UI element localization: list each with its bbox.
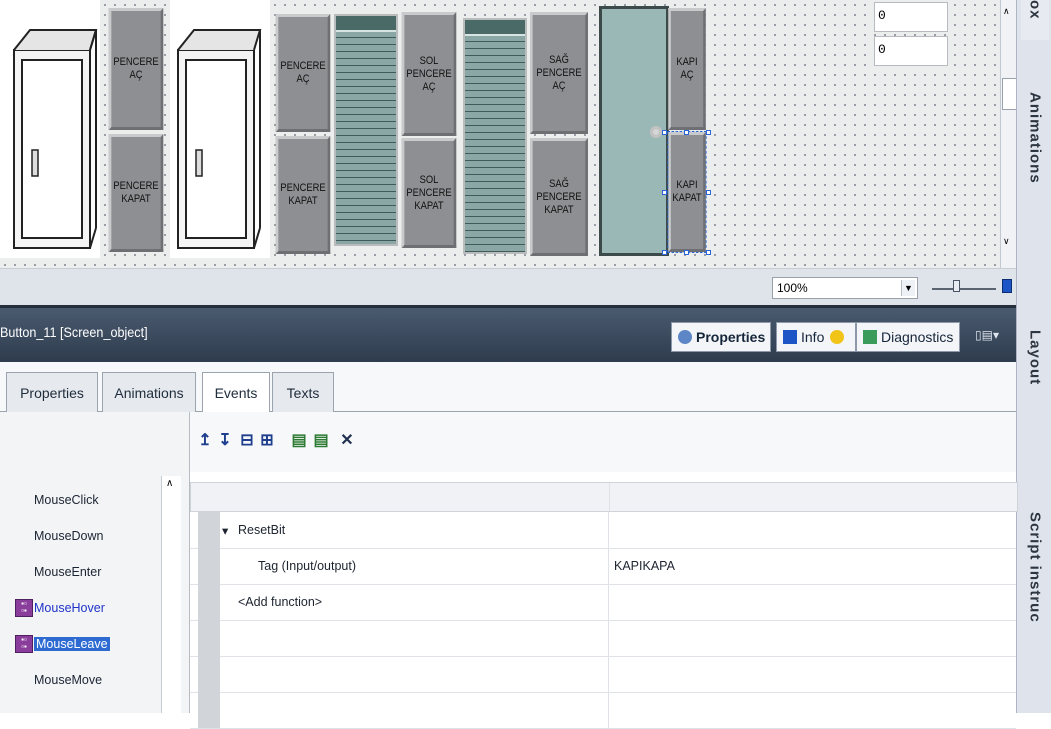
object-title: Button_11 [Screen_object] xyxy=(0,324,148,340)
param-row[interactable]: Tag (Input/output) KAPIKAPA xyxy=(190,548,1016,585)
selection-handle[interactable] xyxy=(684,250,689,255)
event-script-icon: ▪▫ ▫▪ xyxy=(15,635,33,653)
info-badge-icon xyxy=(830,330,845,344)
window-image-2[interactable] xyxy=(170,0,270,258)
event-mousehover[interactable]: ▪▫ ▫▪ MouseHover xyxy=(0,590,175,626)
inspector-header: Button_11 [Screen_object] Properties Inf… xyxy=(0,305,1016,362)
event-mousemove[interactable]: MouseMove xyxy=(0,662,175,698)
tab-diagnostics-top[interactable]: Diagnostics xyxy=(856,322,960,352)
tab-animations[interactable]: Animations xyxy=(1021,92,1049,272)
door-handle-icon xyxy=(650,126,662,138)
left-window-open-button[interactable]: SOL PENCERE AÇ xyxy=(401,12,457,136)
selection-handle[interactable] xyxy=(662,130,667,135)
event-mouseleave[interactable]: ▪▫ ▫▪ MouseLeave xyxy=(0,626,175,662)
selection-handle[interactable] xyxy=(684,130,689,135)
expand-toggle-icon[interactable]: ▾ xyxy=(222,512,228,548)
left-window-close-button[interactable]: SOL PENCERE KAPAT xyxy=(401,138,457,248)
panel-options-icon[interactable]: ▯▤▾ xyxy=(975,328,999,342)
window-1-close-button[interactable]: PENCERE KAPAT xyxy=(108,134,164,252)
zoom-slider-thumb[interactable] xyxy=(953,280,960,292)
param-name: Tag (Input/output) xyxy=(258,559,356,573)
tab-script-instructions[interactable]: Script instruc xyxy=(1021,512,1049,712)
right-window-close-button[interactable]: SAĞ PENCERE KAPAT xyxy=(530,138,588,256)
left-shutter[interactable] xyxy=(334,14,398,246)
selection-handle[interactable] xyxy=(662,250,667,255)
inspector-tabs: Properties Animations Events Texts xyxy=(0,362,1016,413)
info-icon xyxy=(783,330,797,344)
properties-icon xyxy=(678,330,692,344)
event-mousedown[interactable]: MouseDown xyxy=(0,518,175,554)
scroll-up-icon[interactable]: ∧ xyxy=(166,478,173,489)
window-image-1[interactable] xyxy=(0,0,100,258)
expand-icon[interactable]: ⊞ xyxy=(258,430,276,450)
io-field-2[interactable]: 0 xyxy=(874,36,948,66)
tab-properties-top[interactable]: Properties xyxy=(671,322,771,352)
function-row[interactable]: ▾ ResetBit xyxy=(190,512,1016,549)
tab-properties[interactable]: Properties xyxy=(6,372,98,412)
move-down-icon[interactable]: ↧ xyxy=(216,430,234,450)
fit-screen-icon[interactable] xyxy=(1002,279,1012,293)
tab-label: Info xyxy=(801,329,825,345)
scroll-thumb[interactable] xyxy=(1002,78,1017,110)
window-1-open-button[interactable]: PENCERE AÇ xyxy=(108,8,164,130)
function-list-grid: ▾ ResetBit Tag (Input/output) KAPIKAPA <… xyxy=(190,472,1018,729)
scroll-down-icon[interactable]: ∨ xyxy=(1003,236,1010,247)
vb-script-icon[interactable]: ▤ xyxy=(290,430,308,450)
tab-events[interactable]: Events xyxy=(202,372,270,413)
selection-handle[interactable] xyxy=(706,250,711,255)
tab-label: Properties xyxy=(696,329,766,345)
window-2-icon xyxy=(177,29,262,249)
empty-row xyxy=(190,620,1016,657)
add-function-link[interactable]: <Add function> xyxy=(238,584,322,620)
collapse-icon[interactable]: ⊟ xyxy=(238,430,256,450)
window-2-close-button[interactable]: PENCERE KAPAT xyxy=(275,136,331,254)
selection-handle[interactable] xyxy=(706,190,711,195)
selection-handle[interactable] xyxy=(662,190,667,195)
window-1-icon xyxy=(13,29,98,249)
canvas-vscrollbar[interactable]: ∧ ∨ xyxy=(1000,0,1017,268)
empty-row xyxy=(190,692,1016,729)
tab-texts[interactable]: Texts xyxy=(272,372,334,412)
zoom-slider[interactable] xyxy=(932,288,996,290)
right-window-open-button[interactable]: SAĞ PENCERE AÇ xyxy=(530,12,588,134)
task-card-sidebar: ox Animations Layout Script instruc xyxy=(1016,0,1051,713)
tab-info-top[interactable]: Info xyxy=(776,322,856,352)
zoom-value: 100% xyxy=(777,281,808,295)
function-name[interactable]: ResetBit xyxy=(238,512,285,548)
events-scrollbar[interactable]: ∧ xyxy=(161,476,181,713)
grid-header xyxy=(190,482,1018,512)
tab-animations[interactable]: Animations xyxy=(102,372,196,412)
scroll-up-icon[interactable]: ∧ xyxy=(1003,6,1010,17)
event-mouseenter[interactable]: MouseEnter xyxy=(0,554,175,590)
empty-row xyxy=(190,656,1016,693)
c-script-icon[interactable]: ▤ xyxy=(312,430,330,450)
event-mouseclick[interactable]: MouseClick xyxy=(0,482,175,518)
door-close-button[interactable]: KAPI KAPAT xyxy=(667,131,707,253)
door-open-button[interactable]: KAPI AÇ xyxy=(668,8,706,130)
right-shutter[interactable] xyxy=(463,18,527,254)
window-2-open-button[interactable]: PENCERE AÇ xyxy=(275,14,331,132)
chevron-down-icon[interactable]: ▼ xyxy=(901,280,915,296)
delete-icon[interactable]: ✕ xyxy=(338,430,356,450)
selection-handle[interactable] xyxy=(706,130,711,135)
io-field-1[interactable]: 0 xyxy=(874,2,948,32)
tab-layout[interactable]: Layout xyxy=(1021,330,1049,480)
tab-label: Diagnostics xyxy=(881,329,954,345)
event-script-icon: ▪▫ ▫▪ xyxy=(15,599,33,617)
zoom-select[interactable]: 100% ▼ xyxy=(772,277,918,299)
move-up-icon[interactable]: ↥ xyxy=(196,430,214,450)
diagnostics-icon xyxy=(863,330,877,344)
tab-toolbox[interactable]: ox xyxy=(1021,0,1049,40)
param-value[interactable]: KAPIKAPA xyxy=(614,548,675,584)
add-function-row[interactable]: <Add function> xyxy=(190,584,1016,621)
